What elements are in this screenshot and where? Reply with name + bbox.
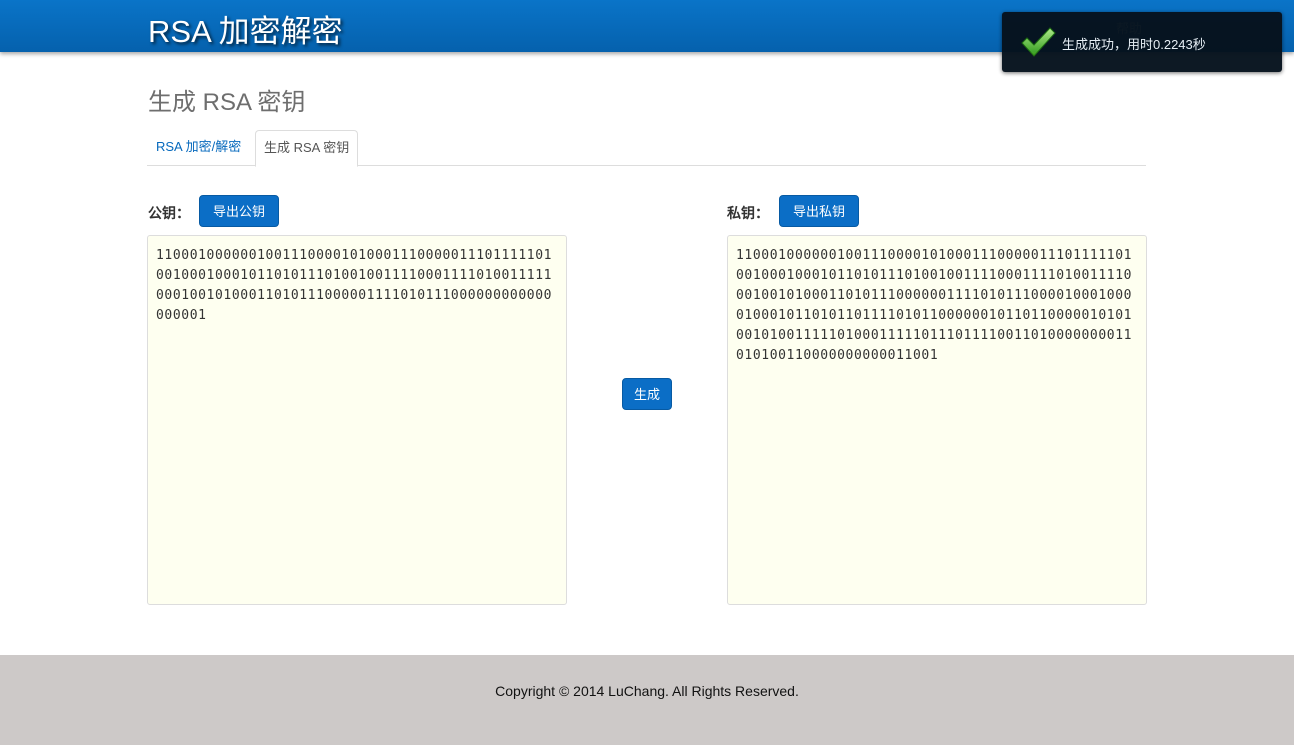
private-key-textarea[interactable]: 1100010000001001110000101000111000001110… <box>727 235 1147 605</box>
tab-generate-keys[interactable]: 生成 RSA 密钥 <box>255 130 359 167</box>
success-toast[interactable]: 生成成功，用时0.2243秒 <box>1002 12 1282 72</box>
page: RSA 加密解密 帮助 生成成功，用时0.2243秒 生成 RSA 密钥 RSA… <box>0 0 1294 745</box>
export-public-key-button[interactable]: 导出公钥 <box>199 195 280 227</box>
tab-bar: RSA 加密/解密 生成 RSA 密钥 <box>147 130 1146 167</box>
export-private-key-button[interactable]: 导出私钥 <box>779 195 860 227</box>
private-key-label: 私钥： <box>727 205 769 221</box>
checkmark-icon <box>1021 27 1056 57</box>
tab-encrypt-decrypt[interactable]: RSA 加密/解密 <box>148 130 249 164</box>
toast-message: 生成成功，用时0.2243秒 <box>1062 37 1206 52</box>
generate-button[interactable]: 生成 <box>622 378 673 410</box>
footer: Copyright © 2014 LuChang. All Rights Res… <box>0 655 1294 745</box>
page-title: 生成 RSA 密钥 <box>148 89 306 116</box>
brand-title[interactable]: RSA 加密解密 <box>148 6 343 51</box>
public-key-textarea[interactable]: 1100010000001001110000101000111000001110… <box>147 235 567 605</box>
public-key-label: 公钥： <box>148 205 190 221</box>
copyright-text: Copyright © 2014 LuChang. All Rights Res… <box>495 683 799 699</box>
